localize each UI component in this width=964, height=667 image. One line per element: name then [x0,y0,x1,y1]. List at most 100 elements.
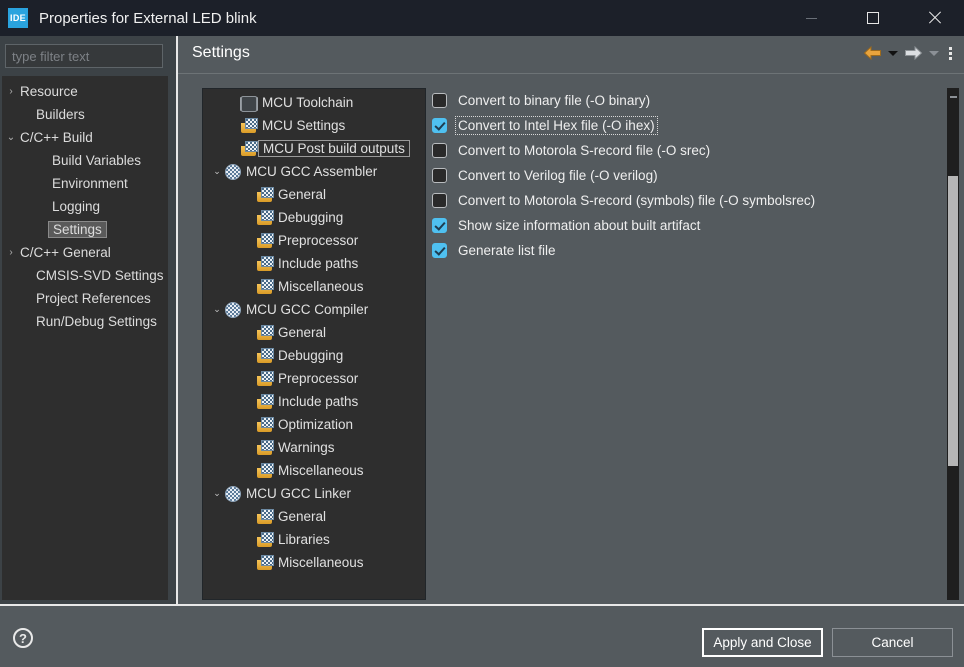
sidebar-item-label: Logging [52,199,101,214]
apply-and-close-button[interactable]: Apply and Close [702,628,823,657]
option-row-convert-to-motorola-s-record-file-o-srec[interactable]: Convert to Motorola S-record file (-O sr… [432,138,912,163]
tree-node-label: Preprocessor [278,233,359,248]
tree-node-label: Debugging [278,210,344,225]
tree-node-miscellaneous[interactable]: Miscellaneous [203,275,425,298]
checkbox-convert-to-binary-file-o-binary[interactable] [432,93,447,108]
tree-node-label: Warnings [278,440,335,455]
sidebar-item-label: Environment [52,176,128,191]
tree-node-mcu-gcc-compiler[interactable]: ⌄ MCU GCC Compiler [203,298,425,321]
scrollbar-thumb[interactable] [948,176,958,466]
tree-node-miscellaneous[interactable]: Miscellaneous [203,551,425,574]
chevron-down-icon[interactable]: ⌄ [209,304,225,315]
maximize-icon [866,12,879,24]
sidebar-item-resource[interactable]: › Resource [2,80,168,103]
tree-node-warnings[interactable]: Warnings [203,436,425,459]
folder-icon [257,439,274,456]
filter-input[interactable]: type filter text [5,44,163,68]
sidebar-item-builders[interactable]: Builders [2,103,168,126]
help-icon[interactable]: ? [13,628,33,648]
tree-node-libraries[interactable]: Libraries [203,528,425,551]
maximize-button[interactable] [842,0,903,36]
chevron-down-icon[interactable]: ⌄ [2,132,20,143]
tree-node-include-paths[interactable]: Include paths [203,252,425,275]
option-row-convert-to-motorola-s-record-symbols-file-o-symbolsrec[interactable]: Convert to Motorola S-record (symbols) f… [432,188,912,213]
cancel-button[interactable]: Cancel [832,628,953,657]
tree-node-general[interactable]: General [203,321,425,344]
chevron-down-icon[interactable]: ⌄ [209,166,225,177]
kebab-menu-icon[interactable] [945,46,956,60]
window-title: Properties for External LED blink [39,9,257,27]
checkbox-generate-list-file[interactable] [432,243,447,258]
option-row-show-size-information-about-built-artifact[interactable]: Show size information about built artifa… [432,213,912,238]
chevron-right-icon[interactable]: › [2,86,20,97]
option-row-generate-list-file[interactable]: Generate list file [432,238,912,263]
chevron-down-icon[interactable]: ⌄ [209,488,225,499]
sidebar-item-build-variables[interactable]: Build Variables [2,149,168,172]
tool-settings-tree[interactable]: MCU Toolchain MCU Settings MCU Post build … [202,88,426,600]
tree-node-debugging[interactable]: Debugging [203,344,425,367]
scroll-up-icon[interactable] [950,96,957,98]
option-label: Show size information about built artifa… [458,218,701,233]
settings-category-tree[interactable]: › Resource Builders ⌄ C/C++ Build Build Varia… [2,76,168,600]
close-button[interactable] [903,0,964,36]
tree-node-preprocessor[interactable]: Preprocessor [203,229,425,252]
tree-node-label: MCU Settings [262,118,346,133]
tree-node-label: Miscellaneous [278,555,364,570]
ide-app-icon: IDE [8,8,28,28]
sidebar-item-c-c-build[interactable]: ⌄ C/C++ Build [2,126,168,149]
tree-node-mcu-gcc-linker[interactable]: ⌄ MCU GCC Linker [203,482,425,505]
sidebar-item-project-references[interactable]: Project References [2,287,168,310]
tree-node-general[interactable]: General [203,183,425,206]
tree-node-mcu-toolchain[interactable]: MCU Toolchain [203,91,425,114]
checkbox-show-size-information-about-built-artifact[interactable] [432,218,447,233]
tree-node-label: Include paths [278,394,359,409]
sidebar-item-cmsis-svd-settings[interactable]: CMSIS-SVD Settings [2,264,168,287]
tree-node-debugging[interactable]: Debugging [203,206,425,229]
tree-node-mcu-post-build-outputs[interactable]: MCU Post build outputs [203,137,425,160]
tree-node-miscellaneous[interactable]: Miscellaneous [203,459,425,482]
tree-node-optimization[interactable]: Optimization [203,413,425,436]
chip-icon [241,95,257,112]
checkbox-convert-to-motorola-s-record-symbols-file-o-symbolsrec[interactable] [432,193,447,208]
tree-node-general[interactable]: General [203,505,425,528]
tree-node-label: Preprocessor [278,371,359,386]
sidebar-item-c-c-general[interactable]: › C/C++ General [2,241,168,264]
sidebar-item-environment[interactable]: Environment [2,172,168,195]
option-label: Generate list file [458,243,556,258]
tree-node-preprocessor[interactable]: Preprocessor [203,367,425,390]
minimize-button[interactable] [781,0,842,36]
sidebar-item-label: Project References [36,291,151,306]
sidebar-item-label: Builders [36,107,85,122]
option-row-convert-to-intel-hex-file-o-ihex[interactable]: Convert to Intel Hex file (-O ihex) [432,113,912,138]
tree-node-include-paths[interactable]: Include paths [203,390,425,413]
back-history-chevron-down-icon[interactable] [888,50,898,56]
option-row-convert-to-verilog-file-o-verilog[interactable]: Convert to Verilog file (-O verilog) [432,163,912,188]
checkbox-convert-to-verilog-file-o-verilog[interactable] [432,168,447,183]
chevron-right-icon[interactable]: › [2,247,20,258]
sidebar-item-settings[interactable]: Settings [2,218,168,241]
page-vertical-scrollbar[interactable] [947,88,959,600]
option-label: Convert to binary file (-O binary) [458,93,651,108]
close-icon [927,11,941,25]
sidebar-item-label: Run/Debug Settings [36,314,157,329]
tree-node-label: MCU Toolchain [262,95,354,110]
checkbox-convert-to-motorola-s-record-file-o-srec[interactable] [432,143,447,158]
tree-node-label: Libraries [278,532,330,547]
folder-icon [257,209,274,226]
option-row-convert-to-binary-file-o-binary[interactable]: Convert to binary file (-O binary) [432,88,912,113]
folder-icon [257,324,274,341]
tree-node-mcu-gcc-assembler[interactable]: ⌄ MCU GCC Assembler [203,160,425,183]
sidebar-item-label: Settings [48,221,107,238]
tree-node-label: Debugging [278,348,344,363]
forward-arrow-icon[interactable] [904,46,923,60]
tree-node-label: General [278,187,327,202]
folder-icon [241,117,258,134]
back-arrow-icon[interactable] [863,46,882,60]
folder-icon [257,255,274,272]
checkbox-convert-to-intel-hex-file-o-ihex[interactable] [432,118,447,133]
sidebar-item-label: C/C++ General [20,245,111,260]
sidebar-item-run-debug-settings[interactable]: Run/Debug Settings [2,310,168,333]
sidebar-item-logging[interactable]: Logging [2,195,168,218]
tree-node-mcu-settings[interactable]: MCU Settings [203,114,425,137]
forward-history-chevron-down-icon [929,50,939,56]
